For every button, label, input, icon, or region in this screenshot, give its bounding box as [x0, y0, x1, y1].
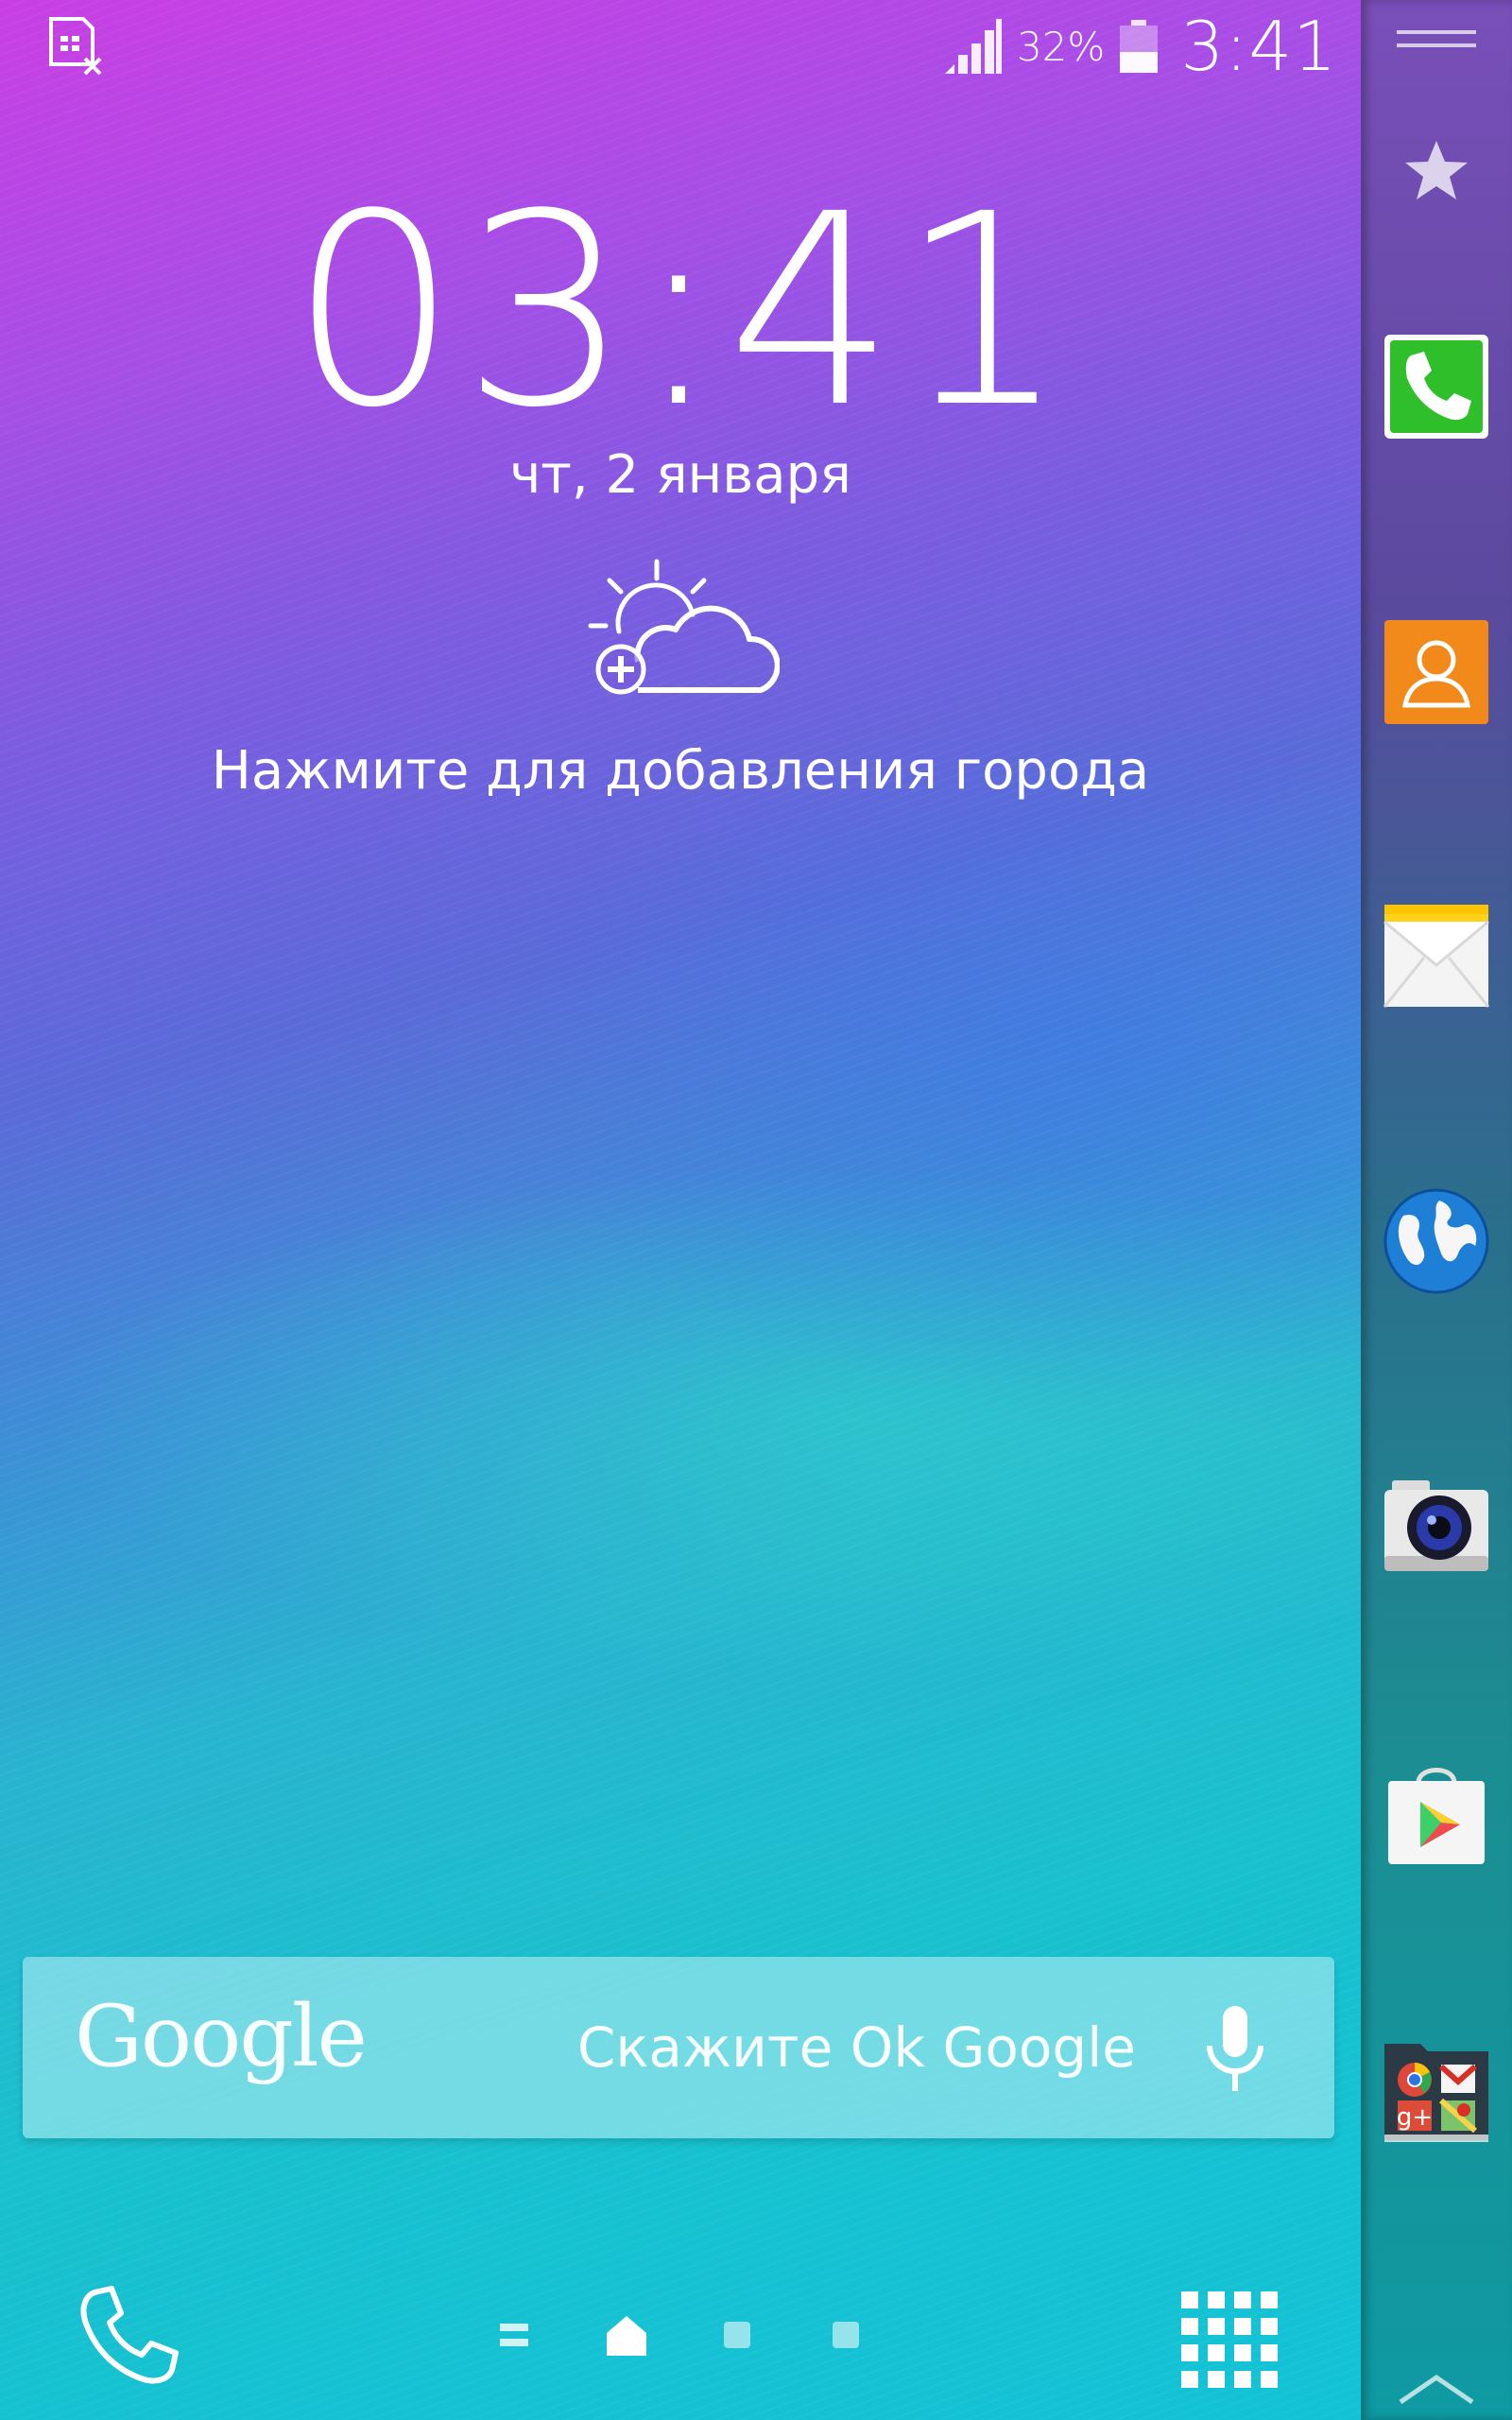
google-folder-icon[interactable]: g+ [1383, 2038, 1490, 2146]
status-time: 3:41 [1180, 7, 1337, 86]
weather-add-city-prompt[interactable]: Нажмите для добавления города [208, 735, 1153, 807]
contacts-app-icon[interactable] [1383, 618, 1490, 726]
favorite-star-icon[interactable] [1403, 137, 1469, 203]
chevron-up-icon[interactable] [1397, 2368, 1476, 2406]
svg-text:g+: g+ [1397, 2103, 1433, 2132]
battery-icon [1120, 20, 1159, 73]
google-search-bar[interactable]: Google Скажите Ok Google [23, 1957, 1334, 2138]
handle-icon[interactable] [1397, 26, 1476, 53]
page-dot[interactable] [718, 2312, 756, 2360]
sim-card-missing-icon [49, 17, 102, 76]
play-store-app-icon[interactable] [1383, 1760, 1490, 1868]
microphone-icon[interactable] [1202, 2004, 1268, 2095]
signal-strength-icon [944, 19, 1002, 74]
list-icon[interactable] [496, 2312, 562, 2360]
lockscreen-clock: 03:41 [289, 158, 1072, 466]
weather-sun-cloud-add-icon[interactable] [581, 558, 780, 700]
page-dot[interactable] [827, 2312, 865, 2360]
battery-percent: 32% [1016, 23, 1106, 70]
messages-app-icon[interactable] [1383, 903, 1490, 1011]
apps-grid-icon[interactable] [1179, 2290, 1281, 2392]
camera-app-icon[interactable] [1383, 1475, 1490, 1582]
status-bar-right: 32% 3:41 [941, 7, 1337, 86]
google-voice-hint: Скажите Ok Google [576, 2015, 1136, 2080]
google-logo: Google [75, 1987, 368, 2086]
phone-icon[interactable] [77, 2283, 181, 2387]
home-icon[interactable] [603, 2312, 650, 2360]
phone-app-icon[interactable] [1383, 333, 1490, 441]
lockscreen-date: чт, 2 января [509, 444, 851, 506]
browser-app-icon[interactable] [1383, 1187, 1490, 1295]
